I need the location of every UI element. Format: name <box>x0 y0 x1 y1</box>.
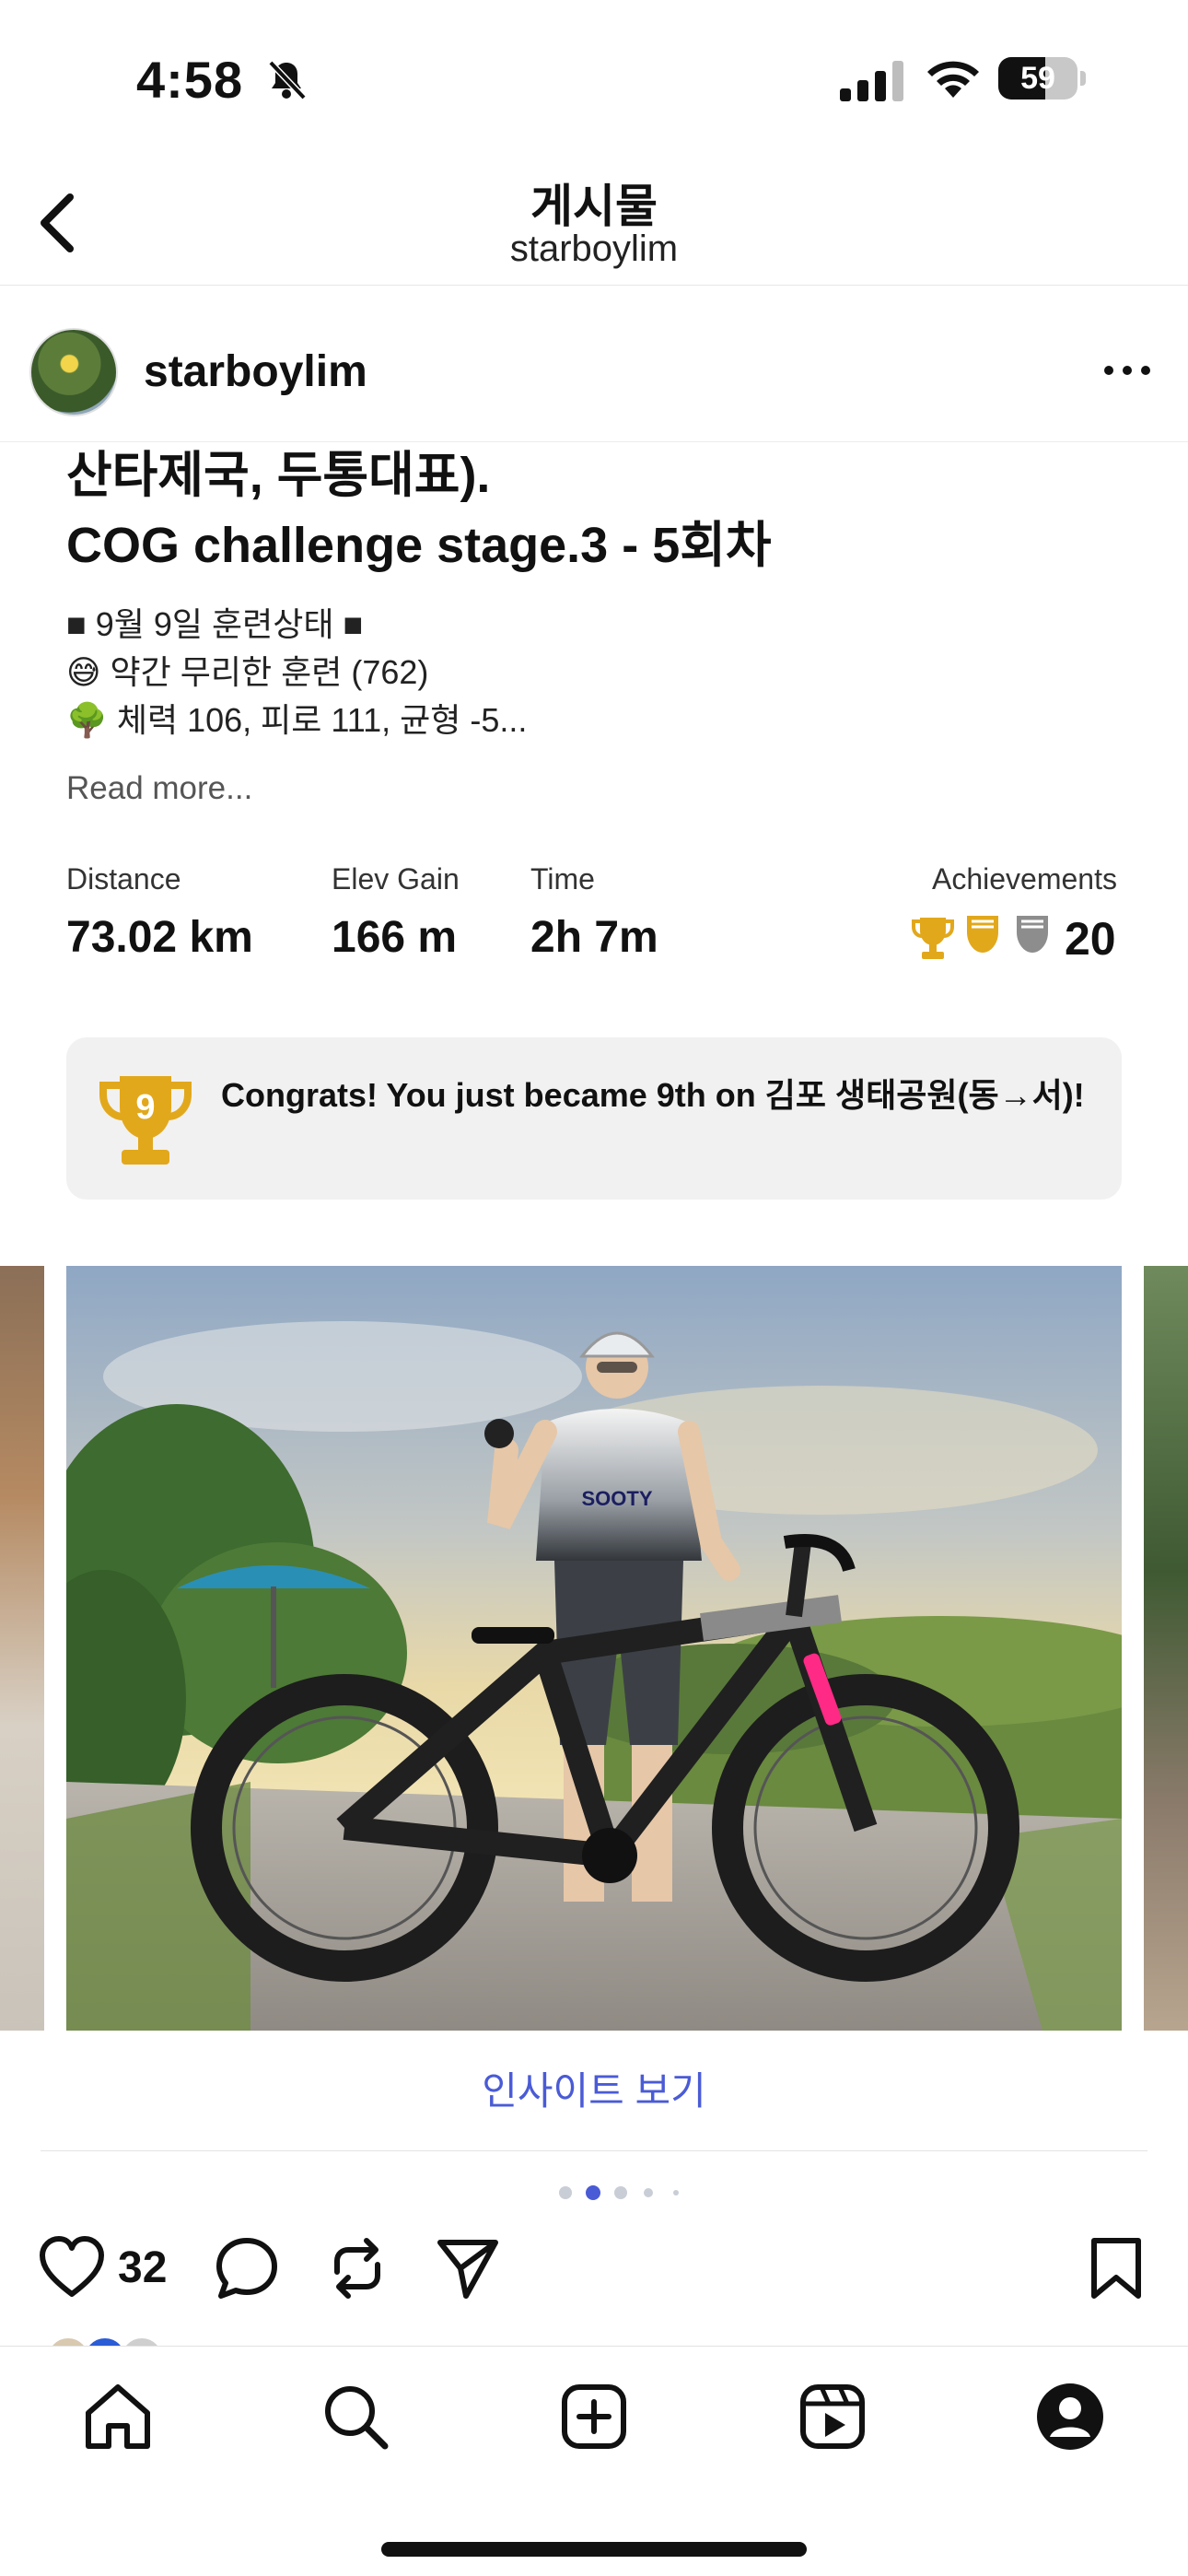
carousel-dot-active <box>586 2185 600 2200</box>
svg-text:SOOTY: SOOTY <box>581 1487 652 1510</box>
comment-icon[interactable] <box>214 2235 280 2301</box>
create-icon[interactable] <box>557 2380 631 2453</box>
caption-title-line: COG challenge stage.3 - 5회차 <box>66 518 772 573</box>
cyclist-photo[interactable]: SOOTY <box>66 1266 1122 2031</box>
profile-icon[interactable] <box>1033 2380 1107 2453</box>
carousel-dot <box>559 2186 572 2199</box>
repost-icon[interactable] <box>324 2235 390 2301</box>
time-value: 2h 7m <box>530 913 658 962</box>
bottom-navigation <box>0 2346 1188 2576</box>
home-indicator <box>381 2542 807 2557</box>
status-bar: 4:58 59 <box>0 0 1188 157</box>
achievements-label: Achievements <box>932 862 1117 896</box>
status-time: 4:58 <box>136 51 244 109</box>
distance-value: 73.02 km <box>66 913 253 962</box>
search-icon[interactable] <box>319 2380 392 2453</box>
time-label: Time <box>530 862 595 896</box>
wifi-icon <box>927 61 979 98</box>
segment-congrats-card[interactable]: 9 Congrats! You just became 9th on 김포 생태… <box>66 1037 1122 1200</box>
heart-icon[interactable] <box>37 2233 107 2303</box>
carousel-dot <box>644 2188 653 2197</box>
carousel-page-indicator <box>559 2185 679 2200</box>
caption-text-line: 🌳 체력 106, 피로 111, 균형 -5... <box>66 701 528 739</box>
elev-gain-label: Elev Gain <box>332 862 460 896</box>
home-icon[interactable] <box>81 2380 155 2453</box>
post-action-bar: 32 <box>0 2230 1188 2322</box>
gold-medal-icon <box>967 916 998 953</box>
next-photo-peek[interactable] <box>1144 1266 1188 2031</box>
page-subtitle: starboylim <box>509 228 679 269</box>
battery-icon: 59 <box>998 57 1086 101</box>
silver-medal-icon <box>1017 916 1048 953</box>
divider <box>41 2150 1147 2151</box>
previous-photo-peek[interactable] <box>0 1266 44 2031</box>
reels-icon[interactable] <box>796 2380 869 2453</box>
avatar[interactable] <box>29 328 118 416</box>
bell-slash-icon <box>268 60 307 100</box>
achievements-count: 20 <box>1065 913 1116 965</box>
username[interactable]: starboylim <box>144 346 367 397</box>
battery-level: 59 <box>1020 61 1055 96</box>
caption-title-line: 산타제국, 두통대표). <box>66 448 491 503</box>
more-horizontal-icon[interactable] <box>1101 361 1153 380</box>
caption-text-line: 😅 약간 무리한 훈련 (762) <box>66 653 429 691</box>
share-icon[interactable] <box>435 2235 501 2301</box>
post-header: 게시물 starboylim <box>0 157 1188 286</box>
bookmark-icon[interactable] <box>1087 2235 1146 2301</box>
carousel-dot <box>673 2190 679 2195</box>
elev-gain-value: 166 m <box>332 913 458 962</box>
distance-label: Distance <box>66 862 181 896</box>
read-more-link[interactable]: Read more... <box>66 770 252 807</box>
page-title: 게시물 <box>530 181 658 232</box>
caption-text-line: ■ 9월 9일 훈련상태 ■ <box>66 605 364 643</box>
carousel-dot <box>614 2186 627 2199</box>
trophy-rank: 9 <box>135 1088 155 1127</box>
post-author-row: starboylim <box>0 286 1188 442</box>
cellular-signal-icon <box>840 61 903 101</box>
like-count[interactable]: 32 <box>118 2242 167 2293</box>
photo-carousel[interactable]: SOOTY <box>0 1266 1188 2031</box>
post-caption: 산타제국, 두통대표). COG challenge stage.3 - 5회차… <box>66 440 1135 744</box>
trophy-icon: 9 <box>99 1076 192 1165</box>
congrats-text: Congrats! You just became 9th on 김포 생태공원… <box>221 1076 1085 1114</box>
cyclist-with-bike-image: SOOTY <box>66 1266 1122 2031</box>
view-insights-link[interactable]: 인사이트 보기 <box>0 2060 1188 2116</box>
gold-trophy-icon <box>912 918 954 959</box>
